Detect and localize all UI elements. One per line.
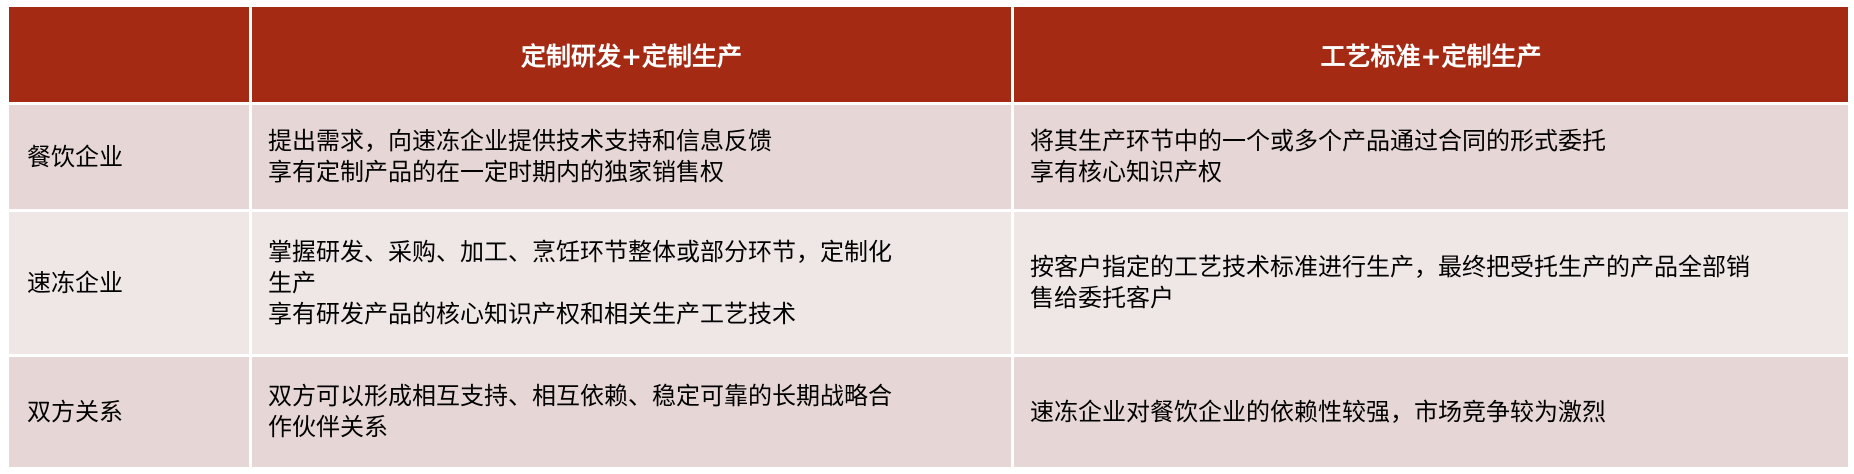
cell-catering-process-standard: 将其生产环节中的一个或多个产品通过合同的形式委托 享有核心知识产权 <box>1011 102 1851 212</box>
cell-frozen-custom-rd: 掌握研发、采购、加工、烹饪环节整体或部分环节，定制化 生产 享有研发产品的核心知… <box>249 209 1014 357</box>
table-row-frozen-food: 速冻企业 掌握研发、采购、加工、烹饪环节整体或部分环节，定制化 生产 享有研发产… <box>6 209 1851 357</box>
table-row-catering: 餐饮企业 提出需求，向速冻企业提供技术支持和信息反馈 享有定制产品的在一定时期内… <box>6 102 1851 212</box>
cell-text-line: 掌握研发、采购、加工、烹饪环节整体或部分环节，定制化 <box>268 237 892 266</box>
cell-text-line: 享有定制产品的在一定时期内的独家销售权 <box>268 158 724 186</box>
row-label-catering: 餐饮企业 <box>6 102 252 212</box>
cell-text-line: 双方可以形成相互支持、相互依赖、稳定可靠的长期战略合 <box>268 382 892 410</box>
row-label-frozen-food: 速冻企业 <box>6 209 252 357</box>
header-process-standard-production: 工艺标准+定制生产 <box>1011 4 1851 105</box>
cell-text-line: 享有研发产品的核心知识产权和相关生产工艺技术 <box>268 299 796 328</box>
cell-text-line: 生产 <box>268 268 316 297</box>
cell-text-line: 提出需求，向速冻企业提供技术支持和信息反馈 <box>268 127 772 155</box>
cell-text-line: 速冻企业对餐饮企业的依赖性较强，市场竞争较为激烈 <box>1030 397 1606 426</box>
cell-text-line: 按客户指定的工艺技术标准进行生产，最终把受托生产的产品全部销 <box>1030 253 1750 281</box>
cell-frozen-process-standard: 按客户指定的工艺技术标准进行生产，最终把受托生产的产品全部销 售给委托客户 <box>1011 209 1851 357</box>
table-header-row: 定制研发+定制生产 工艺标准+定制生产 <box>6 4 1851 105</box>
cell-relationship-process-standard: 速冻企业对餐饮企业的依赖性较强，市场竞争较为激烈 <box>1011 354 1851 470</box>
cell-relationship-custom-rd: 双方可以形成相互支持、相互依赖、稳定可靠的长期战略合 作伙伴关系 <box>249 354 1014 470</box>
cell-catering-custom-rd: 提出需求，向速冻企业提供技术支持和信息反馈 享有定制产品的在一定时期内的独家销售… <box>249 102 1014 212</box>
cell-text-line: 售给委托客户 <box>1030 284 1174 312</box>
comparison-table-container: 定制研发+定制生产 工艺标准+定制生产 餐饮企业 提出需求，向速冻企业提供技术支… <box>6 4 1851 470</box>
cell-text-line: 享有核心知识产权 <box>1030 158 1222 186</box>
comparison-table: 定制研发+定制生产 工艺标准+定制生产 餐饮企业 提出需求，向速冻企业提供技术支… <box>6 4 1851 470</box>
header-custom-rd-production: 定制研发+定制生产 <box>249 4 1014 105</box>
table-row-relationship: 双方关系 双方可以形成相互支持、相互依赖、稳定可靠的长期战略合 作伙伴关系 速冻… <box>6 354 1851 470</box>
header-corner-cell <box>6 4 252 105</box>
cell-text-line: 作伙伴关系 <box>268 413 388 441</box>
cell-text-line: 将其生产环节中的一个或多个产品通过合同的形式委托 <box>1030 127 1606 155</box>
row-label-relationship: 双方关系 <box>6 354 252 470</box>
